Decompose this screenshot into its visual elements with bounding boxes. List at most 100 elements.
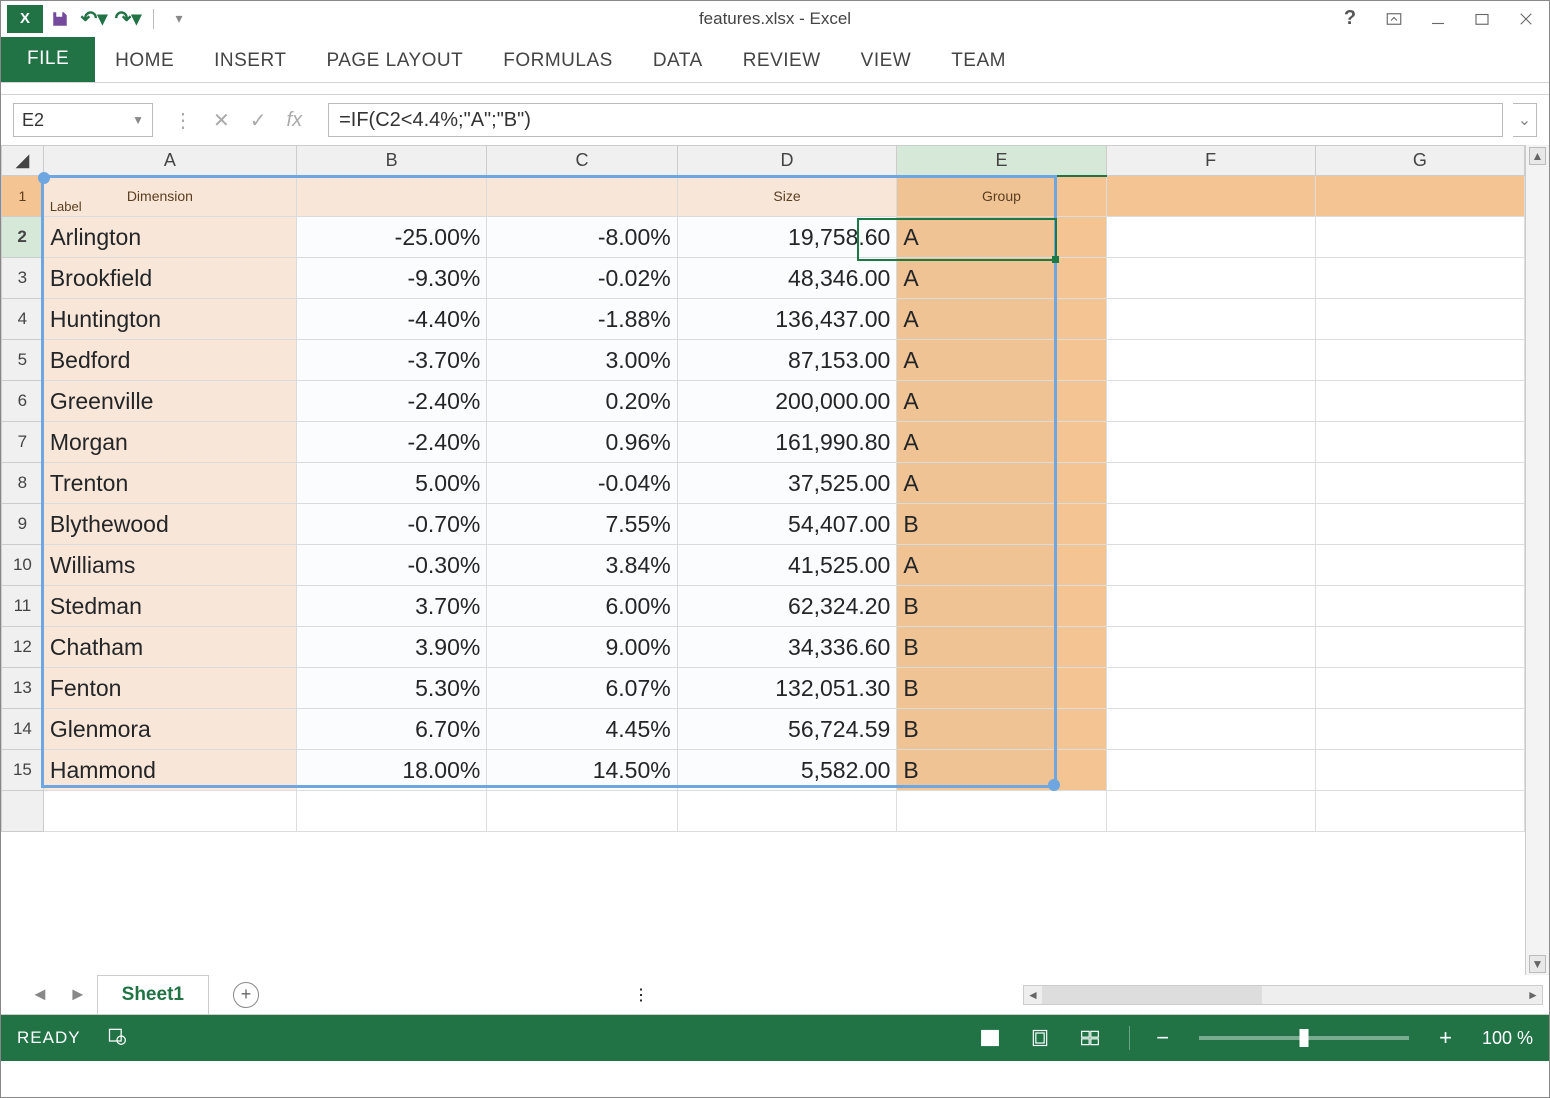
- scroll-up-button[interactable]: ▲: [1529, 147, 1546, 165]
- qat-customize-button[interactable]: ▾: [162, 5, 196, 33]
- cell-D10[interactable]: 41,525.00: [677, 545, 897, 586]
- cell-B6[interactable]: -2.40%: [296, 381, 486, 422]
- cell-A4[interactable]: Huntington: [43, 299, 296, 340]
- cell-F5[interactable]: [1106, 340, 1315, 381]
- zoom-out-button[interactable]: −: [1152, 1025, 1173, 1051]
- sheet-nav-next[interactable]: ►: [59, 984, 97, 1005]
- row-header-5[interactable]: 5: [2, 340, 44, 381]
- cell-E9[interactable]: B: [897, 504, 1106, 545]
- cell-F11[interactable]: [1106, 586, 1315, 627]
- table-row[interactable]: 7Morgan-2.40%0.96%161,990.80A: [2, 422, 1525, 463]
- cell-F14[interactable]: [1106, 709, 1315, 750]
- row-header-4[interactable]: 4: [2, 299, 44, 340]
- cell-B2[interactable]: -25.00%: [296, 217, 486, 258]
- cell-B11[interactable]: 3.70%: [296, 586, 486, 627]
- cell-A11[interactable]: Stedman: [43, 586, 296, 627]
- table-row[interactable]: [2, 791, 1525, 832]
- cell-G8[interactable]: [1315, 463, 1524, 504]
- table-row[interactable]: 2Arlington-25.00%-8.00%19,758.60A: [2, 217, 1525, 258]
- cell-E12[interactable]: B: [897, 627, 1106, 668]
- cell-B5[interactable]: -3.70%: [296, 340, 486, 381]
- tab-page-layout[interactable]: PAGE LAYOUT: [306, 40, 483, 82]
- cell-G11[interactable]: [1315, 586, 1524, 627]
- table-row[interactable]: 14Glenmora6.70%4.45%56,724.59B: [2, 709, 1525, 750]
- tab-data[interactable]: DATA: [633, 40, 723, 82]
- header-cell-size[interactable]: Size: [677, 176, 897, 217]
- cell-B12[interactable]: 3.90%: [296, 627, 486, 668]
- cell-F13[interactable]: [1106, 668, 1315, 709]
- cell-A3[interactable]: Brookfield: [43, 258, 296, 299]
- cell-B10[interactable]: -0.30%: [296, 545, 486, 586]
- cell-A15[interactable]: Hammond: [43, 750, 296, 791]
- tab-formulas[interactable]: FORMULAS: [483, 40, 633, 82]
- horizontal-scrollbar-thumb[interactable]: [1042, 986, 1262, 1004]
- cell-E7[interactable]: A: [897, 422, 1106, 463]
- zoom-in-button[interactable]: +: [1435, 1025, 1456, 1051]
- col-header-B[interactable]: B: [296, 146, 486, 176]
- formula-bar-expand-button[interactable]: ⌄: [1513, 103, 1537, 137]
- cell-D15[interactable]: 5,582.00: [677, 750, 897, 791]
- row-header-15[interactable]: 15: [2, 750, 44, 791]
- table-header-row[interactable]: 1 Dimension Label Size Group: [2, 176, 1525, 217]
- zoom-slider-handle[interactable]: [1300, 1029, 1309, 1047]
- row-header-7[interactable]: 7: [2, 422, 44, 463]
- cell-C3[interactable]: -0.02%: [487, 258, 677, 299]
- page-layout-view-button[interactable]: [1023, 1023, 1057, 1053]
- cell-E11[interactable]: B: [897, 586, 1106, 627]
- col-header-C[interactable]: C: [487, 146, 677, 176]
- name-box[interactable]: E2 ▼: [13, 103, 153, 137]
- cell-E10[interactable]: A: [897, 545, 1106, 586]
- row-header-6[interactable]: 6: [2, 381, 44, 422]
- cell-E13[interactable]: B: [897, 668, 1106, 709]
- cell-G10[interactable]: [1315, 545, 1524, 586]
- cell-C11[interactable]: 6.00%: [487, 586, 677, 627]
- cell-C5[interactable]: 3.00%: [487, 340, 677, 381]
- cell-A7[interactable]: Morgan: [43, 422, 296, 463]
- zoom-slider[interactable]: [1199, 1036, 1409, 1040]
- cell-D7[interactable]: 161,990.80: [677, 422, 897, 463]
- cell-E4[interactable]: A: [897, 299, 1106, 340]
- cell-G2[interactable]: [1315, 217, 1524, 258]
- vertical-scrollbar[interactable]: ▲ ▼: [1525, 145, 1549, 975]
- cell-C7[interactable]: 0.96%: [487, 422, 677, 463]
- zoom-level[interactable]: 100 %: [1482, 1028, 1533, 1049]
- cell-A12[interactable]: Chatham: [43, 627, 296, 668]
- cell-F15[interactable]: [1106, 750, 1315, 791]
- row-header-13[interactable]: 13: [2, 668, 44, 709]
- formula-options-icon[interactable]: ⋮: [173, 108, 193, 133]
- cell-E14[interactable]: B: [897, 709, 1106, 750]
- new-sheet-button[interactable]: +: [233, 982, 259, 1008]
- cell-B15[interactable]: 18.00%: [296, 750, 486, 791]
- macro-record-icon[interactable]: [107, 1026, 127, 1051]
- sheet-nav-prev[interactable]: ◄: [21, 984, 59, 1005]
- col-header-A[interactable]: A: [43, 146, 296, 176]
- table-row[interactable]: 12Chatham3.90%9.00%34,336.60B: [2, 627, 1525, 668]
- cell-F7[interactable]: [1106, 422, 1315, 463]
- undo-button[interactable]: ↶▾: [77, 5, 111, 33]
- cell-F10[interactable]: [1106, 545, 1315, 586]
- table-row[interactable]: 8Trenton5.00%-0.04%37,525.00A: [2, 463, 1525, 504]
- scroll-left-button[interactable]: ◄: [1024, 986, 1042, 1004]
- tab-home[interactable]: HOME: [95, 40, 194, 82]
- cell-B7[interactable]: -2.40%: [296, 422, 486, 463]
- table-row[interactable]: 15Hammond18.00%14.50%5,582.00B: [2, 750, 1525, 791]
- cell-C15[interactable]: 14.50%: [487, 750, 677, 791]
- cell-F2[interactable]: [1106, 217, 1315, 258]
- formula-bar[interactable]: =IF(C2<4.4%;"A";"B"): [328, 103, 1503, 137]
- table-row[interactable]: 3Brookfield-9.30%-0.02%48,346.00A: [2, 258, 1525, 299]
- scroll-right-button[interactable]: ►: [1524, 986, 1542, 1004]
- select-all-corner[interactable]: ◢: [2, 146, 44, 176]
- row-header-8[interactable]: 8: [2, 463, 44, 504]
- cell-D12[interactable]: 34,336.60: [677, 627, 897, 668]
- row-header-11[interactable]: 11: [2, 586, 44, 627]
- cell-F4[interactable]: [1106, 299, 1315, 340]
- cell-C6[interactable]: 0.20%: [487, 381, 677, 422]
- cell-B9[interactable]: -0.70%: [296, 504, 486, 545]
- scroll-down-button[interactable]: ▼: [1529, 955, 1546, 973]
- cell-C9[interactable]: 7.55%: [487, 504, 677, 545]
- cell-D11[interactable]: 62,324.20: [677, 586, 897, 627]
- cell-C2[interactable]: -8.00%: [487, 217, 677, 258]
- tab-team[interactable]: TEAM: [931, 40, 1026, 82]
- tab-file[interactable]: FILE: [1, 36, 95, 82]
- header-cell-dimension[interactable]: Dimension Label: [43, 176, 296, 217]
